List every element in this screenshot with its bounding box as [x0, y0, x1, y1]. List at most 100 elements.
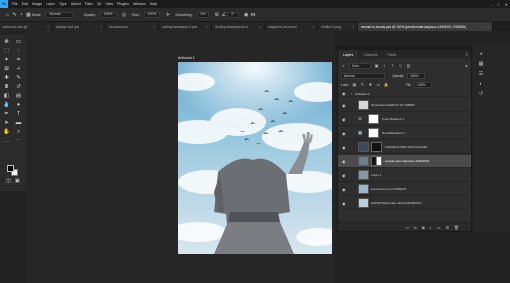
tab-channels[interactable]: Channels	[358, 50, 382, 59]
doc-tab[interactable]: ludwlgc-surf.psd ×	[53, 22, 106, 31]
layer-row[interactable]: ◉ ⚖ Color Balance 1	[338, 113, 471, 126]
close-icon[interactable]: ×	[151, 25, 155, 29]
blend-mode-select[interactable]: Normal	[341, 72, 385, 79]
filter-shape-icon[interactable]: ◇	[398, 63, 403, 68]
layer-opacity-field[interactable]: 100%	[407, 72, 426, 79]
filter-type-icon[interactable]: T	[390, 63, 395, 68]
tab-layers[interactable]: Layers	[338, 50, 359, 59]
link-layers-icon[interactable]: ∞	[406, 225, 409, 230]
clone-stamp-tool-icon[interactable]: ♜	[2, 83, 11, 91]
quick-mask-icon[interactable]: ◫	[6, 178, 11, 184]
menu-layer[interactable]: Layer	[46, 2, 55, 6]
layer-row[interactable]: ◉ Layer 1	[338, 169, 471, 182]
filter-adjustment-icon[interactable]: ◐	[382, 63, 387, 68]
visibility-eye-icon[interactable]: ◉	[342, 91, 346, 96]
menu-filter[interactable]: Filter	[85, 2, 93, 6]
move-tool-icon[interactable]: ✥	[2, 38, 11, 46]
history-brush-tool-icon[interactable]: ↺	[14, 83, 23, 91]
color-panel-icon[interactable]: ◕	[477, 50, 485, 57]
new-layer-icon[interactable]: ⊞	[446, 225, 449, 230]
layer-row[interactable]: ◉ pexels-lucy-4-cc-2994227	[338, 183, 471, 196]
layer-row[interactable]: ◉ bdc6ddc0-f2f60-44b2-b2e2a52	[338, 141, 471, 154]
menu-view[interactable]: View	[105, 2, 113, 6]
fill-field[interactable]: 100%	[414, 81, 433, 88]
menu-help[interactable]: Help	[150, 2, 157, 6]
layer-row[interactable]: ◉ ▦ Hue/Saturation 1	[338, 127, 471, 140]
eyedropper-tool-icon[interactable]: ⌿	[14, 65, 23, 73]
angle-field[interactable]: 0°	[227, 11, 239, 18]
pressure-opacity-icon[interactable]: ◎	[121, 11, 128, 18]
trash-icon[interactable]: 🗑	[454, 225, 459, 230]
screen-mode-icon[interactable]: ▣	[15, 178, 20, 184]
filter-smart-object-icon[interactable]: ▤	[406, 63, 411, 68]
marquee-tool-icon[interactable]: ⬚	[2, 47, 11, 55]
smoothing-field[interactable]: 0%	[196, 11, 210, 18]
minimize-icon[interactable]: –	[490, 2, 492, 7]
menu-image[interactable]: Image	[32, 2, 42, 6]
edit-toolbar-icon[interactable]: ⋯	[14, 137, 23, 145]
blur-tool-icon[interactable]: 💧	[2, 101, 11, 109]
visibility-eye-icon[interactable]: ◉	[342, 173, 346, 178]
gradient-tool-icon[interactable]: ▤	[14, 92, 23, 100]
lasso-tool-icon[interactable]: ◌	[14, 47, 23, 55]
lock-transparent-icon[interactable]: ▦	[352, 82, 357, 87]
flow-field[interactable]: 100%	[143, 11, 161, 18]
shape-tool-icon[interactable]: ▬	[14, 119, 23, 127]
smoothing-settings-icon[interactable]: ⚙	[213, 11, 220, 18]
visibility-eye-icon[interactable]: ◉	[342, 159, 346, 164]
pressure-size-icon[interactable]: ◉	[243, 11, 250, 18]
visibility-eye-icon[interactable]: ◉	[342, 187, 346, 192]
menu-edit[interactable]: Edit	[22, 2, 28, 6]
mode-select[interactable]: Normal	[45, 11, 74, 18]
frame-tool-icon[interactable]: ⊠	[2, 65, 11, 73]
filter-pixel-icon[interactable]: ▣	[374, 63, 379, 68]
chevron-down-icon[interactable]: ⌄	[350, 91, 353, 95]
type-tool-icon[interactable]: T	[14, 110, 23, 118]
healing-brush-tool-icon[interactable]: ✚	[2, 74, 11, 82]
layer-row-selected[interactable]: ◉ pexels-ester-kapusco-14944201	[338, 155, 471, 168]
filter-kind-select[interactable]: Kind	[349, 62, 371, 69]
close-icon[interactable]: ×	[204, 25, 208, 29]
artboard-label[interactable]: Artboard 1	[178, 56, 195, 60]
more-tools-icon[interactable]: …	[2, 137, 11, 145]
layer-mask-thumbnail[interactable]	[371, 156, 382, 166]
visibility-eye-icon[interactable]: ◉	[342, 103, 346, 108]
swatches-panel-icon[interactable]: ▦	[477, 60, 485, 67]
brush-tool-icon[interactable]: ✎	[11, 11, 18, 18]
hand-tool-icon[interactable]: ✋	[2, 128, 11, 136]
properties-panel-icon[interactable]: ☰	[477, 70, 485, 77]
quick-select-tool-icon[interactable]: ✦	[2, 56, 11, 64]
menu-plugins[interactable]: Plugins	[117, 2, 129, 6]
layer-row[interactable]: ◉ Screenshot 2023-07-16 135859	[338, 99, 471, 112]
brush-settings-icon[interactable]: ▦	[25, 11, 32, 18]
visibility-eye-icon[interactable]: ◉	[342, 145, 346, 150]
doc-tab[interactable]: surfing-newspaper-2.psd ×	[159, 22, 212, 31]
crop-tool-icon[interactable]: ⌗	[14, 56, 23, 64]
lock-position-icon[interactable]: ✥	[368, 82, 373, 87]
doc-tab[interactable]: Untitled-2.png ×	[318, 22, 358, 31]
menu-3d[interactable]: 3D	[97, 2, 102, 6]
visibility-eye-icon[interactable]: ◉	[342, 131, 346, 136]
adjustment-layer-icon[interactable]: ◐	[429, 225, 431, 230]
close-icon[interactable]: ×	[350, 25, 354, 29]
lock-artboard-icon[interactable]: ▭	[376, 82, 381, 87]
add-mask-icon[interactable]: ◙	[422, 225, 424, 230]
close-icon[interactable]: ✕	[505, 2, 508, 7]
lock-pixels-icon[interactable]: ✎	[360, 82, 365, 87]
brush-preset-icon[interactable]: •	[18, 11, 25, 18]
maximize-icon[interactable]: □	[497, 2, 499, 7]
tab-paths[interactable]: Paths	[383, 50, 402, 59]
filter-toggle-icon[interactable]: ●	[464, 63, 469, 68]
doc-tab[interactable]: weird-cat-cute.gif ×	[0, 22, 53, 31]
artboard-image[interactable]	[178, 62, 332, 254]
lock-all-icon[interactable]: 🔒	[384, 82, 389, 87]
brush-tool-icon[interactable]: ✎	[14, 74, 23, 82]
menu-type[interactable]: Type	[59, 2, 67, 6]
opacity-field[interactable]: 100%	[99, 11, 117, 18]
visibility-eye-icon[interactable]: ◉	[342, 117, 346, 122]
home-icon[interactable]: ⌂	[4, 11, 11, 18]
history-panel-icon[interactable]: ↺	[477, 90, 485, 97]
close-icon[interactable]: ×	[257, 25, 261, 29]
layer-style-icon[interactable]: fx	[414, 225, 417, 230]
foreground-color-swatch[interactable]	[7, 165, 14, 172]
